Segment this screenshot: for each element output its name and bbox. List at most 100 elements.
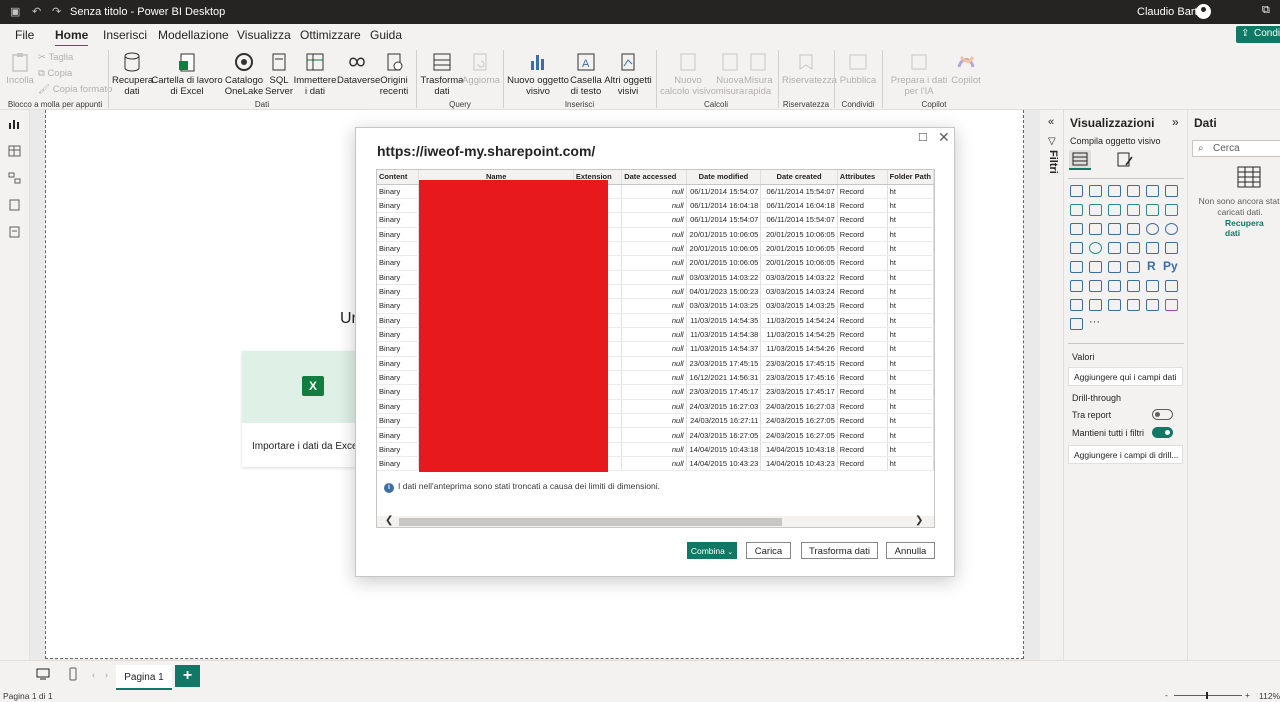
tab-guida[interactable]: Guida <box>370 28 402 42</box>
collapse-icon[interactable]: « <box>1048 116 1054 128</box>
paginated-report-icon[interactable] <box>1165 280 1178 292</box>
transform-data-button[interactable]: Trasforma dati <box>420 51 464 97</box>
button-slicer-icon[interactable] <box>1146 299 1159 311</box>
clustered-column-chart-icon[interactable] <box>1127 185 1140 197</box>
dax-query-icon[interactable] <box>8 199 21 211</box>
more-visuals-icon[interactable]: ··· <box>1089 316 1100 328</box>
tab-inserisci[interactable]: Inserisci <box>103 28 147 42</box>
undo-icon[interactable]: ↶ <box>32 5 41 18</box>
scroll-left-icon[interactable]: ❮ <box>385 515 393 526</box>
kpi-icon[interactable] <box>1089 261 1102 273</box>
tab-file[interactable]: File <box>15 28 34 42</box>
100-bar-chart-icon[interactable] <box>1146 185 1159 197</box>
copy-button[interactable]: ⧉ Copia <box>38 68 72 79</box>
sensitivity-button[interactable]: Riservatezza <box>782 51 837 86</box>
tab-home[interactable]: Home <box>55 28 89 47</box>
line-clustered-chart-icon[interactable] <box>1165 204 1178 216</box>
smart-narrative-icon[interactable] <box>1127 280 1140 292</box>
key-influencers-icon[interactable] <box>1070 280 1083 292</box>
model-view-icon[interactable] <box>8 172 21 184</box>
slicer-icon[interactable] <box>1108 261 1121 273</box>
format-painter-button[interactable]: 🖌 Copia formato <box>38 84 112 95</box>
desktop-view-icon[interactable] <box>36 668 50 680</box>
scatter-chart-icon[interactable] <box>1127 223 1140 235</box>
scrollbar-thumb[interactable] <box>399 518 782 526</box>
values-field-well[interactable]: Aggiungere qui i campi dati <box>1068 367 1183 386</box>
publish-button[interactable]: Pubblica <box>838 51 878 86</box>
cancel-button[interactable]: Annulla <box>886 542 935 559</box>
combine-button[interactable]: Combina ⌄ <box>687 542 737 559</box>
share-button[interactable]: ⇪ Condivi <box>1236 26 1280 43</box>
area-chart-icon[interactable] <box>1089 204 1102 216</box>
keep-filters-toggle[interactable] <box>1152 427 1173 438</box>
decomposition-tree-icon[interactable] <box>1089 280 1102 292</box>
prev-page-icon[interactable]: ‹ <box>92 670 95 680</box>
column-header-folder-path[interactable]: Folder Path <box>887 170 934 185</box>
maximize-icon[interactable]: ☐ <box>918 131 928 144</box>
tab-modellazione[interactable]: Modellazione <box>158 28 229 42</box>
column-header-date-modified[interactable]: Date modified <box>686 170 762 185</box>
column-header-attributes[interactable]: Attributes <box>837 170 888 185</box>
100-area-chart-icon[interactable] <box>1127 204 1140 216</box>
line-column-chart-icon[interactable] <box>1146 204 1159 216</box>
quick-measure-button[interactable]: Misura rapida <box>744 51 773 97</box>
prepare-data-ai-button[interactable]: Prepara i dati per l'IA <box>886 51 952 97</box>
clustered-bar-chart-icon[interactable] <box>1108 185 1121 197</box>
close-icon[interactable]: ✕ <box>938 129 950 146</box>
expand-icon[interactable]: » <box>1172 115 1179 129</box>
dataverse-button[interactable]: Dataverse <box>337 51 380 86</box>
get-data-link[interactable]: Recupera dati <box>1225 218 1280 238</box>
preview-table-container[interactable]: Content Name Extension Date accessed Dat… <box>376 169 935 528</box>
r-script-icon[interactable]: R <box>1147 259 1156 273</box>
stacked-area-chart-icon[interactable] <box>1108 204 1121 216</box>
column-header-date-accessed[interactable]: Date accessed <box>621 170 687 185</box>
refresh-button[interactable]: Aggiorna <box>462 51 500 86</box>
load-button[interactable]: Carica <box>746 542 791 559</box>
scroll-right-icon[interactable]: ❯ <box>915 515 923 526</box>
funnel-chart-icon[interactable] <box>1108 223 1121 235</box>
line-chart-icon[interactable] <box>1070 204 1083 216</box>
next-page-icon[interactable]: › <box>105 670 108 680</box>
tab-visualizza[interactable]: Visualizza <box>237 28 291 42</box>
zoom-slider[interactable] <box>1174 695 1242 696</box>
transform-data-dialog-button[interactable]: Trasforma dati <box>801 542 878 559</box>
redo-icon[interactable]: ↷ <box>52 5 61 18</box>
ribbon-chart-icon[interactable] <box>1070 223 1083 235</box>
enter-data-button[interactable]: Immettere i dati <box>293 51 337 97</box>
zoom-slider-thumb[interactable] <box>1206 692 1208 699</box>
gauge-icon[interactable] <box>1146 242 1159 254</box>
drillthrough-field-well[interactable]: Aggiungere i campi di drill... <box>1068 445 1183 464</box>
card-icon[interactable] <box>1165 242 1178 254</box>
table-view-icon[interactable] <box>8 145 21 157</box>
build-visual-tab[interactable] <box>1069 150 1091 170</box>
treemap-icon[interactable] <box>1070 242 1083 254</box>
card-new-icon[interactable] <box>1165 299 1178 311</box>
onelake-catalog-button[interactable]: Catalogo OneLake <box>224 51 264 97</box>
save-icon[interactable]: ▣ <box>10 5 20 18</box>
column-header-content[interactable]: Content <box>377 170 420 185</box>
stacked-bar-chart-icon[interactable] <box>1070 185 1083 197</box>
recent-sources-button[interactable]: Origini recenti <box>376 51 412 97</box>
python-visual-icon[interactable]: Py <box>1163 259 1178 273</box>
table-visual-icon[interactable] <box>1127 261 1140 273</box>
sql-server-button[interactable]: SQL Server <box>264 51 294 97</box>
column-header-date-created[interactable]: Date created <box>760 170 838 185</box>
copilot-button[interactable]: Copilot <box>950 51 982 86</box>
chevron-visual-icon[interactable] <box>1070 318 1083 330</box>
data-search-input[interactable]: ⌕ Cerca <box>1192 140 1280 157</box>
page-tab[interactable]: Pagina 1 <box>116 665 172 691</box>
paste-button[interactable]: Incolla <box>5 51 35 86</box>
waterfall-chart-icon[interactable] <box>1089 223 1102 235</box>
restore-icon[interactable]: ⧉ <box>1262 4 1270 17</box>
horizontal-scrollbar[interactable]: ❮ ❯ <box>377 515 934 527</box>
more-visuals-button[interactable]: Altri oggetti visivi <box>604 51 652 97</box>
textbox-button[interactable]: A Casella di testo <box>568 51 604 97</box>
cut-button[interactable]: ✂ Taglia <box>38 52 73 63</box>
filters-panel[interactable]: « ▽ Filtri <box>1040 110 1064 662</box>
100-column-chart-icon[interactable] <box>1165 185 1178 197</box>
chevron-down-icon[interactable]: ⌄ <box>727 549 733 556</box>
tmdl-view-icon[interactable] <box>8 226 21 238</box>
new-visual-calc-button[interactable]: Nuovo calcolo visivo <box>660 51 716 97</box>
zoom-out-icon[interactable]: - <box>1165 690 1168 700</box>
donut-chart-icon[interactable] <box>1165 223 1178 235</box>
